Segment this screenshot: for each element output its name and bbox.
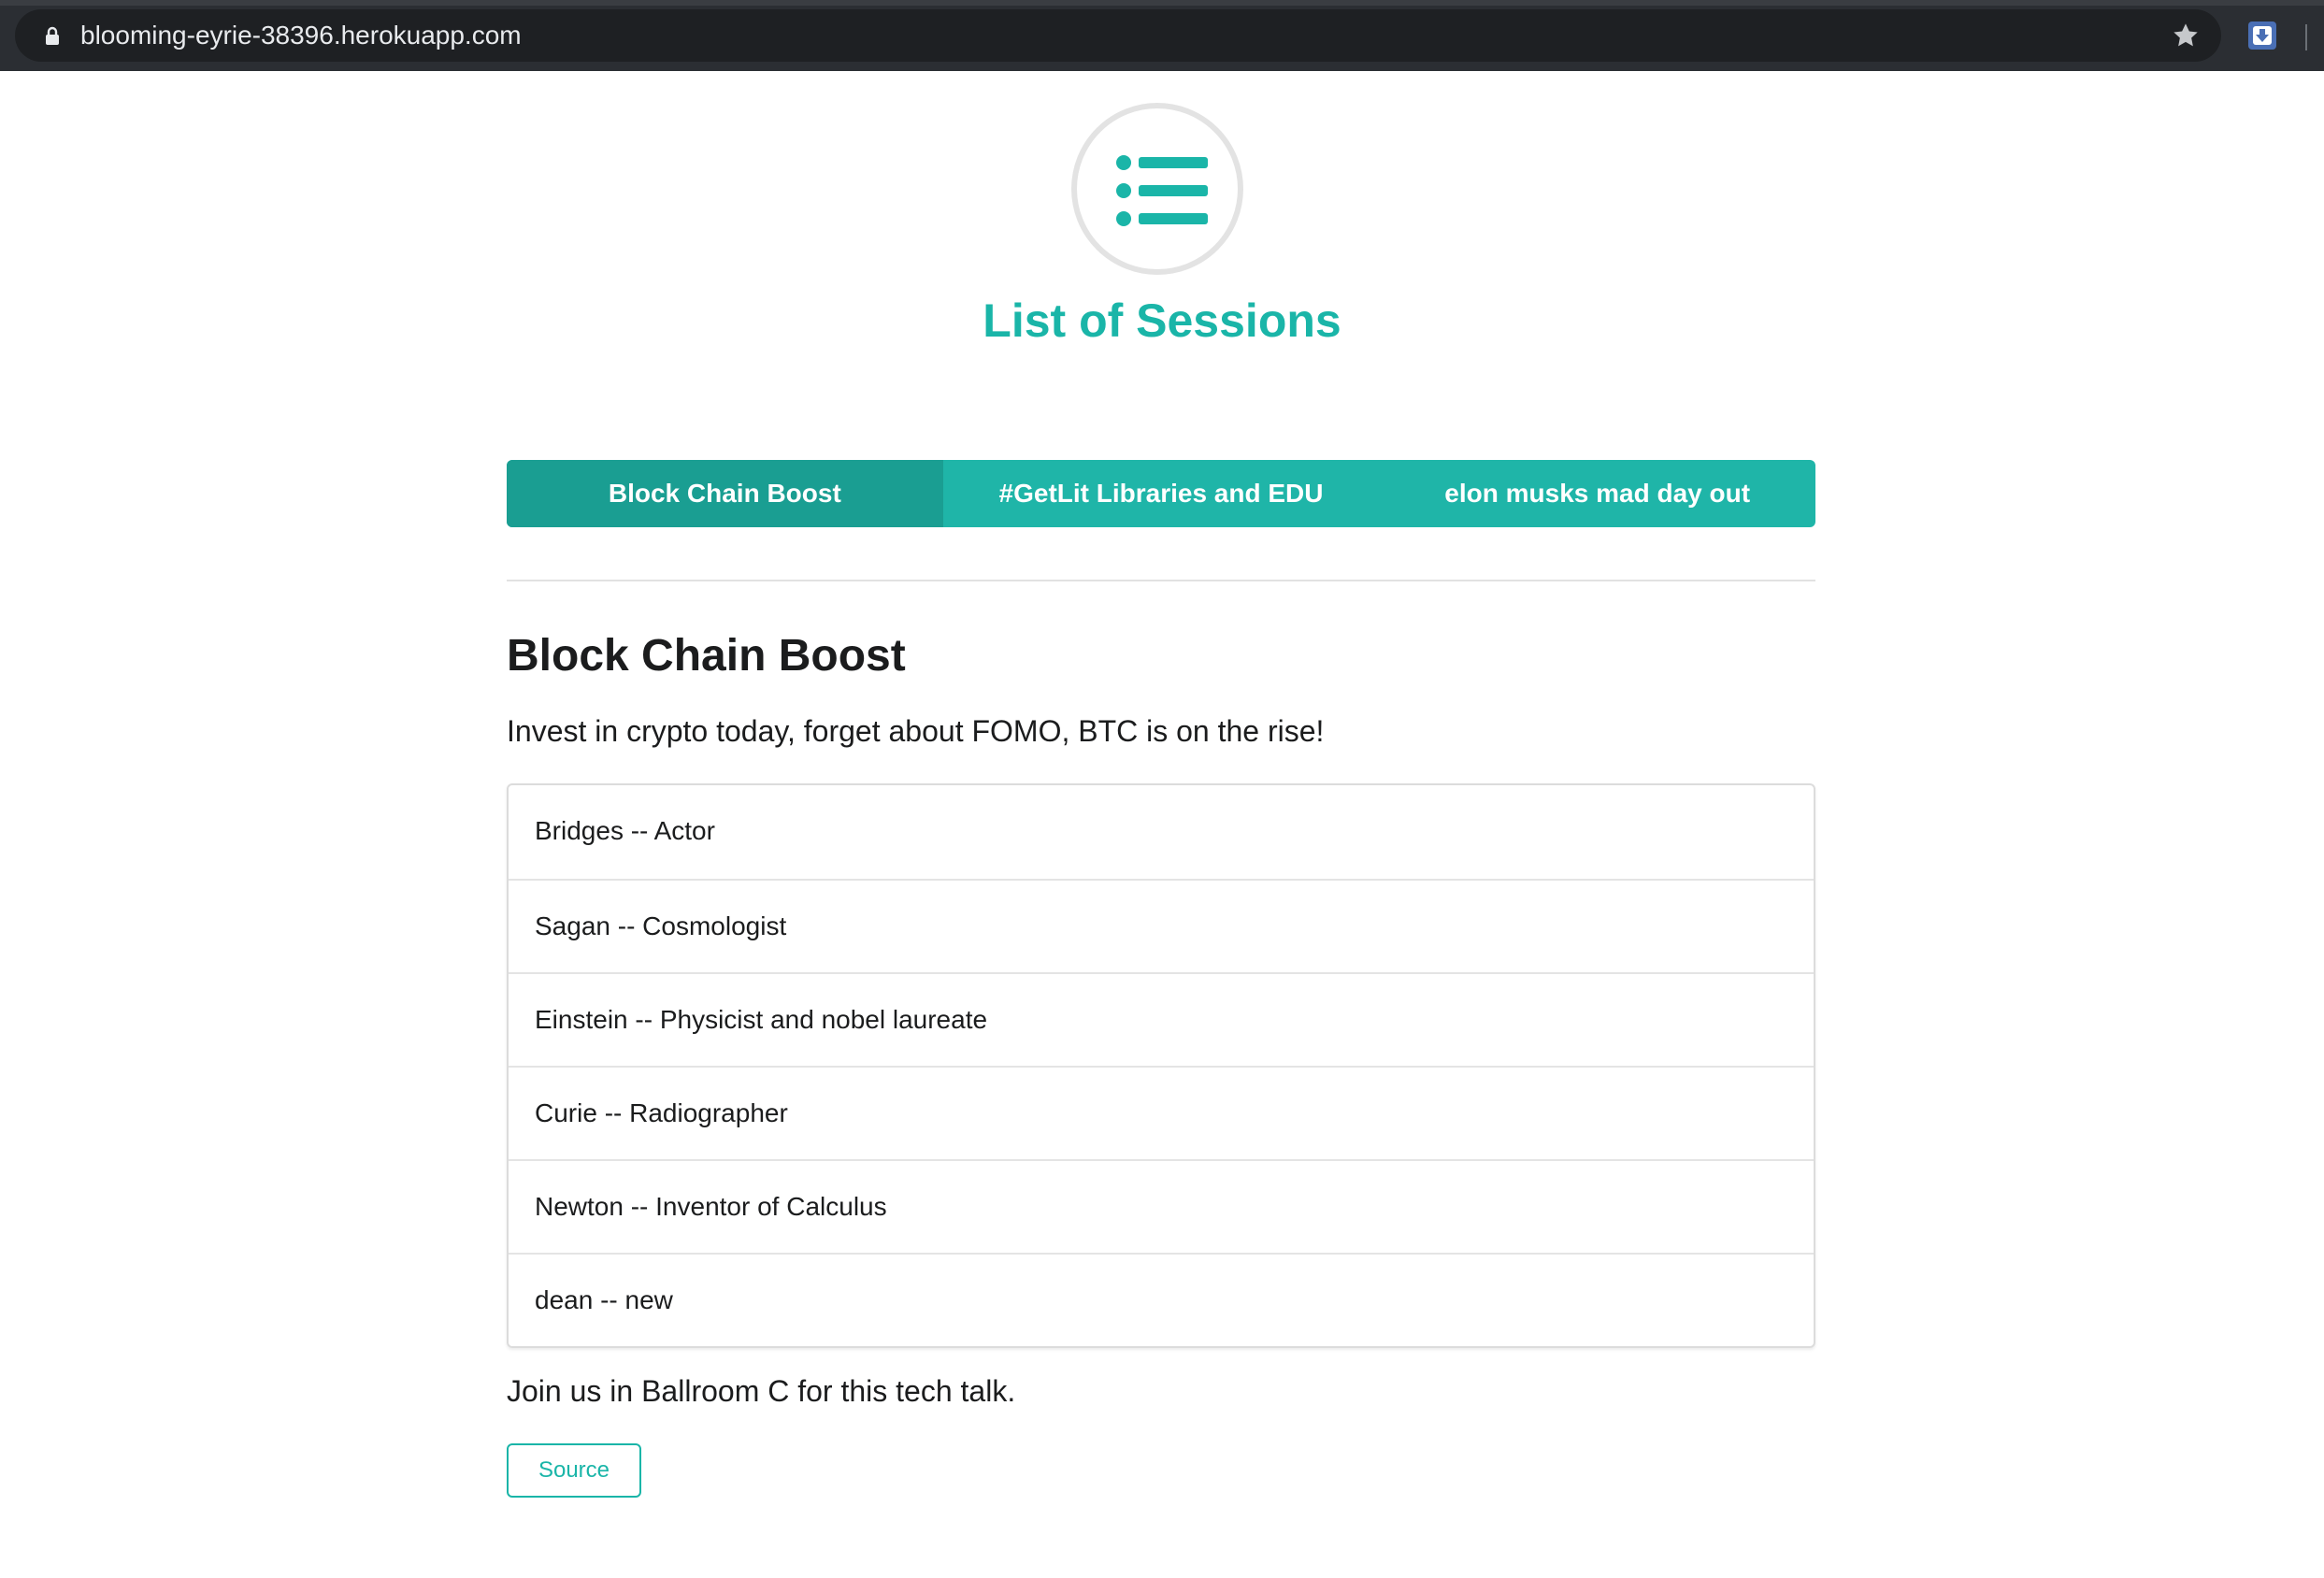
list-icon: [1116, 155, 1208, 226]
session-tabs: Block Chain Boost #GetLit Libraries and …: [507, 460, 1815, 527]
tab-getlit-libraries-and-edu[interactable]: #GetLit Libraries and EDU: [943, 460, 1380, 527]
browser-tab-strip: [0, 0, 2324, 6]
list-item: Newton -- Inventor of Calculus: [509, 1159, 1814, 1253]
list-item: Sagan -- Cosmologist: [509, 879, 1814, 972]
source-button[interactable]: Source: [507, 1443, 641, 1498]
page-content: List of Sessions Block Chain Boost #GetL…: [0, 71, 2324, 1578]
section-divider: [507, 580, 1815, 581]
list-item: dean -- new: [509, 1253, 1814, 1346]
download-extension-icon[interactable]: [2247, 21, 2277, 50]
list-item: Einstein -- Physicist and nobel laureate: [509, 972, 1814, 1066]
lock-icon[interactable]: [41, 24, 64, 47]
list-item: Curie -- Radiographer: [509, 1066, 1814, 1159]
list-item: Bridges -- Actor: [535, 816, 715, 845]
session-title: Block Chain Boost: [507, 631, 906, 681]
star-icon[interactable]: [2171, 21, 2201, 50]
session-footer-text: Join us in Ballroom C for this tech talk…: [507, 1374, 1016, 1408]
tab-elon-musks-mad-day-out[interactable]: elon musks mad day out: [1379, 460, 1815, 527]
address-bar[interactable]: blooming-eyrie-38396.herokuapp.com: [15, 9, 2221, 62]
browser-toolbar: blooming-eyrie-38396.herokuapp.com: [0, 0, 2324, 71]
url-text[interactable]: blooming-eyrie-38396.herokuapp.com: [80, 19, 522, 52]
toolbar-divider: [2305, 24, 2307, 50]
session-description: Invest in crypto today, forget about FOM…: [507, 714, 1325, 748]
tab-block-chain-boost[interactable]: Block Chain Boost: [507, 460, 943, 527]
page-title: List of Sessions: [983, 294, 1341, 347]
speaker-list: Bridges -- Actor Sagan -- Cosmologist Ei…: [507, 783, 1815, 1348]
logo: [1071, 103, 1243, 275]
